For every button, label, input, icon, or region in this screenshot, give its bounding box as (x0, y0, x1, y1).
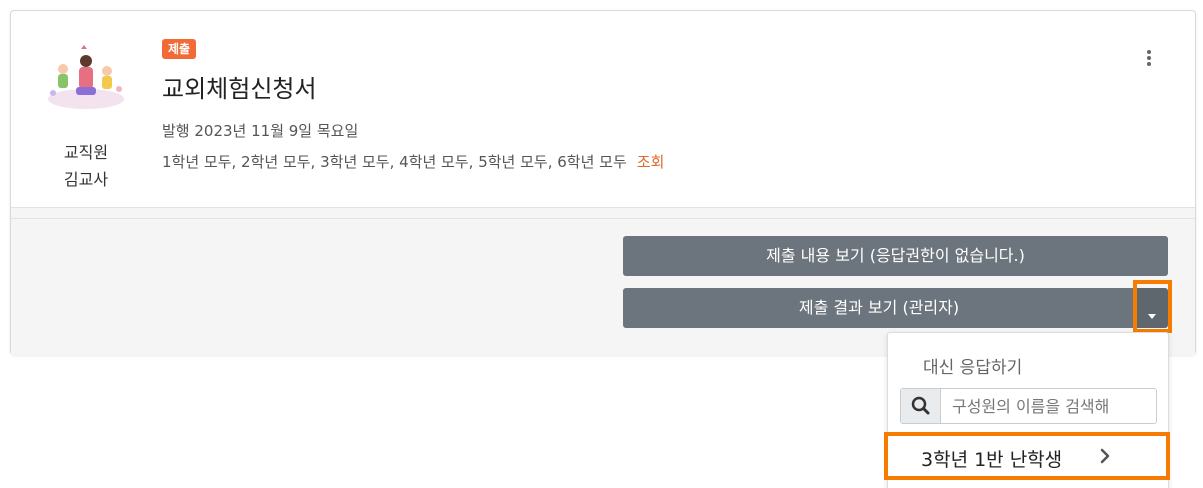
member-search-group (900, 388, 1157, 424)
dropdown-header: 대신 응답하기 (923, 358, 1023, 378)
submission-badge: 제출 (162, 39, 197, 59)
divider (11, 218, 1195, 219)
card-body: 교직원 김교사 제출 교외체험신청서 발행 2023년 11월 9일 목요일 1… (11, 11, 1195, 207)
proxy-response-dropdown: 대신 응답하기 3학년 1반 난학생 (887, 332, 1169, 488)
results-dropdown-toggle[interactable] (1136, 288, 1168, 328)
member-search-input[interactable] (942, 389, 1156, 423)
view-results-button[interactable]: 제출 결과 보기 (관리자) (623, 288, 1135, 328)
search-icon (901, 389, 941, 423)
target-audience: 1학년 모두, 2학년 모두, 3학년 모두, 4학년 모두, 5학년 모두, … (162, 151, 664, 172)
document-title: 교외체험신청서 (162, 75, 317, 103)
kebab-vertical-icon[interactable] (1139, 48, 1159, 70)
target-list: 1학년 모두, 2학년 모두, 3학년 모두, 4학년 모두, 5학년 모두, … (162, 153, 627, 171)
author-name: 김교사 (63, 170, 109, 189)
thumbnail-illustration (41, 39, 131, 119)
chevron-right-icon (1098, 447, 1112, 465)
caret-down-icon (1148, 314, 1156, 319)
view-submission-button[interactable]: 제출 내용 보기 (응답권한이 없습니다.) (623, 236, 1168, 276)
publish-date: 발행 2023년 11월 9일 목요일 (162, 122, 359, 140)
author-role: 교직원 (63, 143, 109, 162)
member-name: 3학년 1반 난학생 (921, 449, 1063, 471)
view-link[interactable]: 조회 (637, 153, 665, 171)
member-list-item[interactable]: 3학년 1반 난학생 (888, 436, 1168, 476)
notice-card: 교직원 김교사 제출 교외체험신청서 발행 2023년 11월 9일 목요일 1… (10, 10, 1196, 355)
